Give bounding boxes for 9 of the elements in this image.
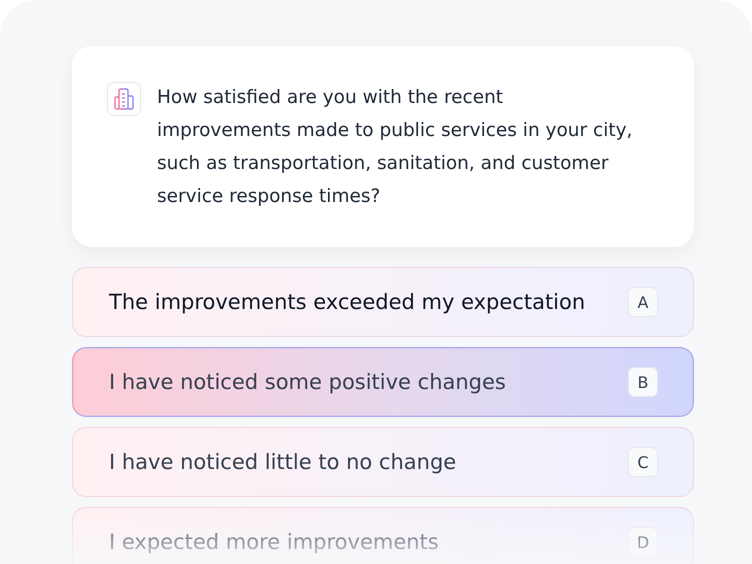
option-key-badge: B xyxy=(628,367,658,397)
option-key-badge: A xyxy=(628,287,658,317)
question-text: How satisfied are you with the recent improvements made to public services in your city, such as transportation, sanitation, and customer service response times? xyxy=(157,86,634,209)
answer-option[interactable]: I have noticed some positive changes B xyxy=(72,347,694,417)
option-key-badge: D xyxy=(628,527,658,557)
answer-option[interactable]: I have noticed little to no change C xyxy=(72,427,694,497)
answer-option[interactable]: The improvements exceeded my expectation A xyxy=(72,267,694,337)
option-key-badge: C xyxy=(628,447,658,477)
building-icon xyxy=(107,82,141,116)
